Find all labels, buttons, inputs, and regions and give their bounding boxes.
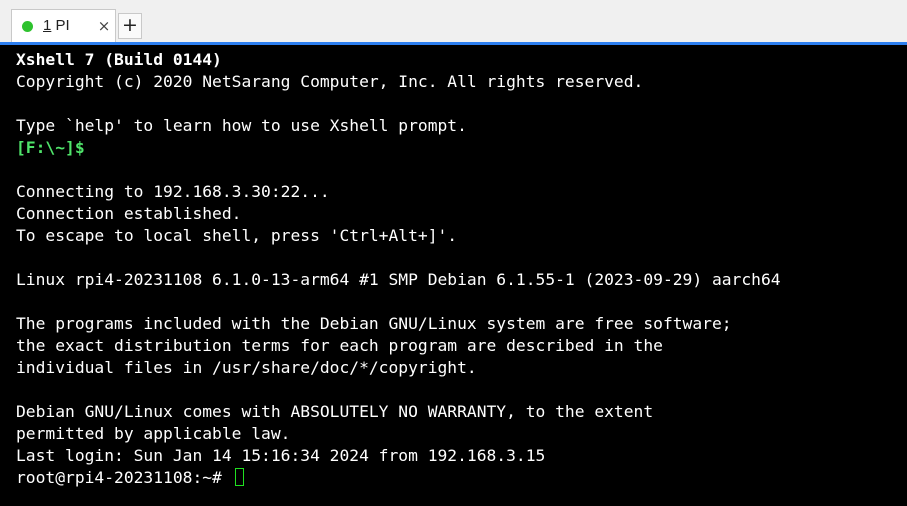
tab-session-pi[interactable]: 1 PI × <box>11 9 116 42</box>
terminal-line: Linux rpi4-20231108 6.1.0-13-arm64 #1 SM… <box>16 270 781 289</box>
terminal-line: Copyright (c) 2020 NetSarang Computer, I… <box>16 72 644 91</box>
terminal-output[interactable]: Xshell 7 (Build 0144) Copyright (c) 2020… <box>0 45 907 506</box>
connection-status-icon <box>22 21 33 32</box>
terminal-line: The programs included with the Debian GN… <box>16 314 732 333</box>
new-tab-button[interactable]: + <box>118 13 142 39</box>
terminal-line: individual files in /usr/share/doc/*/cop… <box>16 358 477 377</box>
terminal-line: To escape to local shell, press 'Ctrl+Al… <box>16 226 458 245</box>
close-icon[interactable]: × <box>97 16 111 36</box>
local-shell-prompt: [F:\~]$ <box>16 138 85 157</box>
terminal-line: Type `help' to learn how to use Xshell p… <box>16 116 467 135</box>
xshell-window: 1 PI × + Xshell 7 (Build 0144) Copyright… <box>0 0 907 506</box>
tab-label: 1 PI <box>43 17 70 34</box>
remote-prompt-line[interactable]: root@rpi4-20231108:~# <box>16 467 907 489</box>
terminal-line: permitted by applicable law. <box>16 424 291 443</box>
remote-shell-prompt: root@rpi4-20231108:~# <box>16 468 232 487</box>
terminal-line: Connecting to 192.168.3.30:22... <box>16 182 330 201</box>
tab-label-name: PI <box>51 17 70 34</box>
tab-bar: 1 PI × + <box>0 0 907 44</box>
terminal-line: the exact distribution terms for each pr… <box>16 336 663 355</box>
terminal-line: Connection established. <box>16 204 242 223</box>
terminal-line: Debian GNU/Linux comes with ABSOLUTELY N… <box>16 402 654 421</box>
terminal-line-banner: Xshell 7 (Build 0144) <box>16 50 222 69</box>
cursor-icon <box>234 467 244 486</box>
terminal-line: Last login: Sun Jan 14 15:16:34 2024 fro… <box>16 446 546 465</box>
